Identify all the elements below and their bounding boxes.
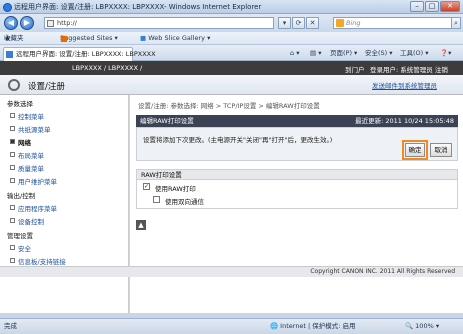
panel-body: 设置将添加下次更改。(主电源开关"关闭"再"打开"后，更改生效。) 确定 取消	[136, 127, 458, 161]
forward-arrow-icon[interactable]: ▶	[20, 16, 34, 30]
last-update: 最近更新: 2011 10/24 15:05:48	[355, 117, 454, 125]
sidebar: 参数选择 控制菜单 共纸源菜单 网络 布局菜单 质量菜单 用户维护菜单 输出/控…	[0, 95, 129, 313]
use-raw-label: 使用RAW打印	[155, 185, 196, 193]
search-input[interactable]: Bing	[333, 17, 453, 29]
portal-link[interactable]: 到门户	[345, 64, 365, 74]
status-text: 完成	[4, 322, 17, 330]
ok-button[interactable]: 确定	[402, 140, 428, 160]
minimize-button[interactable]: –	[410, 1, 424, 12]
search-icon[interactable]: ⌕	[451, 17, 461, 29]
webslice-link[interactable]: ■ Web Slice Gallery ▾	[140, 32, 210, 45]
use-raw-checkbox[interactable]: ✓	[143, 183, 150, 190]
dropdown-icon[interactable]: ▾	[278, 17, 291, 29]
suggested-icon: ■	[60, 34, 68, 43]
sidebar-group-title: 管理设置	[7, 232, 33, 240]
window-titlebar: 远程用户界面: 设置/注册: LBPXXXX: LBPXXXX- Windows…	[0, 0, 463, 14]
sidebar-item-paper-source[interactable]: 共纸源菜单	[10, 124, 51, 134]
favorites-bar: ★ 收藏夹 ■ Suggested Sites ▾ ■ Web Slice Ga…	[0, 32, 463, 45]
suggested-sites-link[interactable]: ■ Suggested Sites ▾	[60, 32, 118, 45]
bidirectional-label: 使用双向通信	[165, 198, 204, 206]
back-arrow-icon[interactable]: ◀	[4, 16, 18, 30]
info-message: 设置将添加下次更改。(主电源开关"关闭"再"打开"后，更改生效。)	[143, 136, 333, 144]
main-content: 设置/注册: 参数选择: 网络 > TCP/IP设置 > 编辑RAW打印设置 编…	[130, 95, 463, 313]
panel-header: 编辑RAW打印设置 最近更新: 2011 10/24 15:05:48	[136, 115, 458, 127]
user-info[interactable]: 登录用户: 系统管理员 注销	[370, 64, 448, 74]
copyright: Copyright CANON INC. 2011 All Rights Res…	[310, 268, 455, 275]
sidebar-group-title: 参数选择	[7, 100, 33, 108]
sidebar-item-applications[interactable]: 应用程序菜单	[10, 203, 57, 213]
close-button[interactable]: ✕	[440, 1, 460, 12]
ie-logo-icon	[3, 3, 12, 12]
star-icon: ★	[4, 34, 12, 43]
sidebar-item-user-maintenance[interactable]: 用户维护菜单	[10, 176, 57, 186]
maximize-button[interactable]: □	[425, 1, 439, 12]
raw-section-header: RAW打印设置	[136, 169, 458, 180]
tab-favicon-icon	[6, 51, 13, 58]
page-title: 设置/注册	[28, 82, 65, 92]
zone-info: 🌐 Internet | 保护模式: 启用	[270, 322, 356, 330]
sidebar-item-quality[interactable]: 质量菜单	[10, 163, 44, 173]
sidebar-item-control-menu[interactable]: 控制菜单	[10, 111, 44, 121]
sub-header: 设置/注册 发送邮件到系统管理员	[0, 75, 463, 95]
help-menu[interactable]: ❓▾	[440, 48, 451, 58]
back-to-top-icon[interactable]: ▲	[136, 220, 146, 230]
zoom-level[interactable]: 🔍 100% ▾	[405, 319, 439, 334]
webslice-icon: ■	[140, 34, 147, 42]
panel-title: 编辑RAW打印设置	[140, 117, 194, 125]
home-icon[interactable]: ⌂ ▾	[290, 48, 299, 58]
favorites-button[interactable]: ★ 收藏夹	[4, 32, 24, 45]
sidebar-group-title: 输出/控制	[7, 192, 36, 200]
sidebar-item-layout[interactable]: 布局菜单	[10, 150, 44, 160]
stop-icon[interactable]: ✕	[306, 17, 319, 29]
safety-menu[interactable]: 安全(S) ▾	[365, 48, 393, 58]
raw-section-body: ✓ 使用RAW打印 使用双向通信	[136, 180, 458, 209]
sidebar-item-device-control[interactable]: 设备控制	[10, 216, 44, 226]
sidebar-item-security[interactable]: 安全	[10, 243, 31, 253]
sidebar-item-dashboard[interactable]: 信息板/支持链接	[10, 256, 66, 266]
page-menu[interactable]: 页面(P) ▾	[330, 48, 357, 58]
breadcrumb: 设置/注册: 参数选择: 网络 > TCP/IP设置 > 编辑RAW打印设置	[138, 102, 320, 110]
tools-menu[interactable]: 工具(O) ▾	[400, 48, 429, 58]
sidebar-item-network[interactable]: 网络	[10, 137, 31, 147]
device-name: LBPXXXX / LBPXXXX /	[72, 64, 143, 72]
tab-bar: 远程用户界面: 设置/注册: LBPXXXX: LBPXXXX ⌂ ▾ ▤ ▾ …	[0, 45, 463, 61]
mail-admin-link[interactable]: 发送邮件到系统管理员	[372, 80, 437, 90]
footer: Copyright CANON INC. 2011 All Rights Res…	[0, 266, 463, 277]
bing-icon	[336, 19, 344, 27]
cancel-button[interactable]: 取消	[430, 143, 452, 157]
status-bar: 完成 🌐 Internet | 保护模式: 启用 🔍 100% ▾	[0, 318, 463, 334]
window-title: 远程用户界面: 设置/注册: LBPXXXX: LBPXXXX- Windows…	[14, 3, 262, 11]
page-header: LBPXXXX / LBPXXXX / 到门户 登录用户: 系统管理员 注销	[0, 61, 463, 75]
bidirectional-checkbox[interactable]	[153, 196, 160, 203]
tab-remote-ui[interactable]: 远程用户界面: 设置/注册: LBPXXXX: LBPXXXX	[3, 47, 156, 61]
feeds-icon[interactable]: ▤ ▾	[310, 48, 321, 58]
gear-icon	[8, 79, 20, 91]
address-input[interactable]: http://	[44, 17, 274, 29]
address-row: ◀ ▶ http:// ▾ ⟳ ✕ Bing ⌕	[0, 14, 463, 32]
refresh-icon[interactable]: ⟳	[292, 17, 305, 29]
page-icon	[47, 20, 54, 27]
